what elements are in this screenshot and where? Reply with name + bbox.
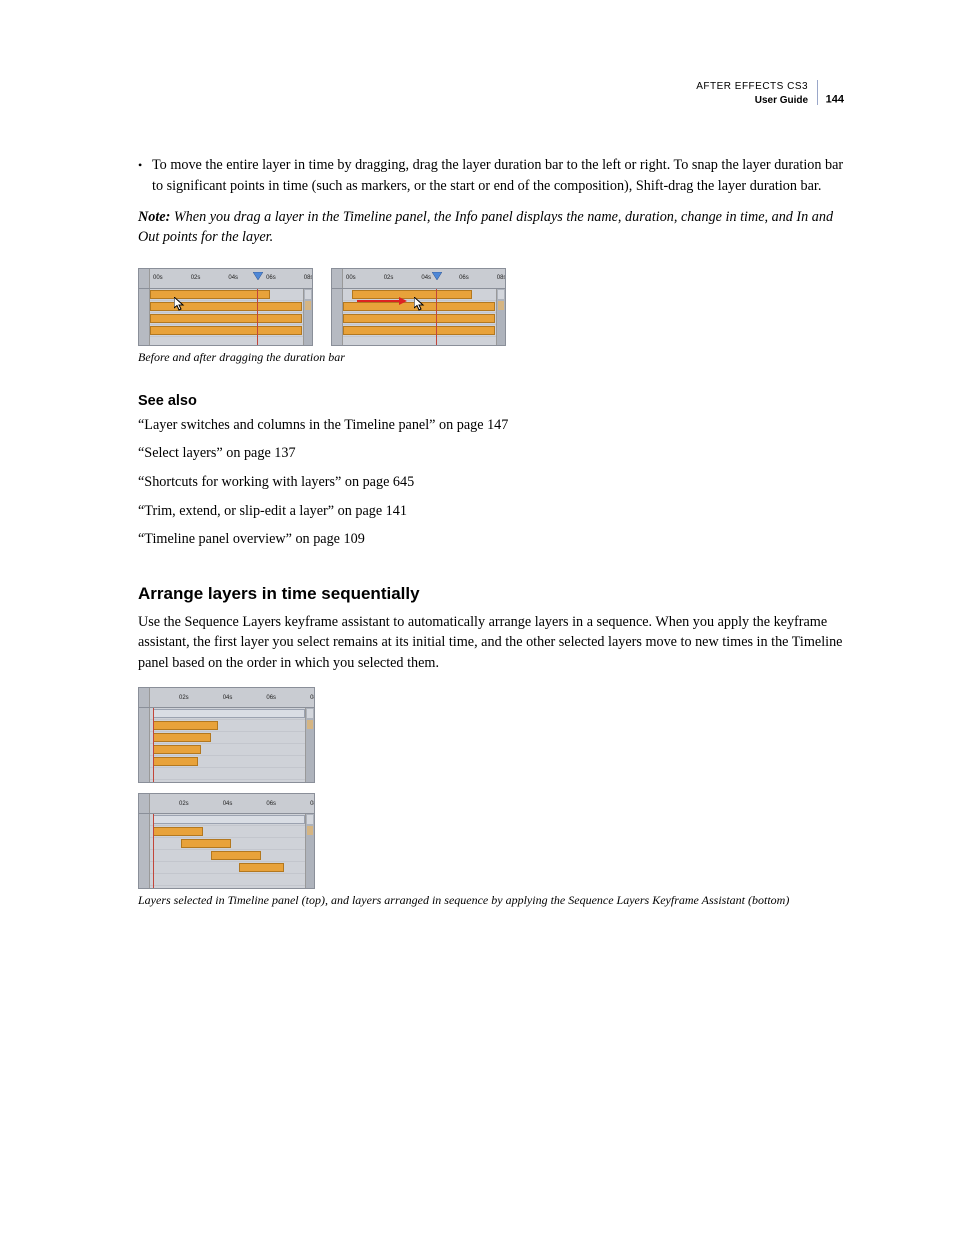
drag-arrow-icon	[357, 292, 407, 300]
tick-label: 08s	[310, 801, 315, 807]
timeline-figure-after: 00s 02s 04s 06s 08s	[331, 268, 506, 346]
figure-caption: Layers selected in Timeline panel (top),…	[138, 893, 844, 908]
layer-bar	[153, 827, 203, 836]
tick-label: 04s	[228, 275, 238, 281]
tick-label: 00s	[346, 275, 356, 281]
see-also-link[interactable]: “Layer switches and columns in the Timel…	[138, 415, 844, 436]
layer-bar	[343, 326, 495, 335]
track-area	[139, 289, 312, 346]
page-number: 144	[826, 94, 844, 106]
layer-bar	[153, 721, 218, 730]
see-also-link[interactable]: “Trim, extend, or slip-edit a layer” on …	[138, 501, 844, 522]
layer-bar	[150, 302, 302, 311]
figure-caption: Before and after dragging the duration b…	[138, 350, 844, 365]
see-also-link[interactable]: “Timeline panel overview” on page 109	[138, 529, 844, 550]
note-paragraph: Note: When you drag a layer in the Timel…	[138, 207, 844, 248]
timeline-figure-before: 00s 02s 04s 06s 08s	[138, 268, 313, 346]
layer-bar	[211, 851, 261, 860]
tick-label: 06s	[459, 275, 469, 281]
note-text: When you drag a layer in the Timeline pa…	[138, 209, 833, 246]
bullet-text: To move the entire layer in time by drag…	[152, 155, 844, 196]
guide-label: User Guide	[755, 95, 808, 106]
time-ruler: 00s 02s 04s 06s 08s	[139, 269, 312, 289]
tick-label: 06s	[266, 801, 276, 807]
track-area	[139, 814, 314, 889]
layer-bar	[153, 745, 201, 754]
layer-bar	[239, 863, 284, 872]
tick-label: 02s	[179, 695, 189, 701]
time-ruler: 02s 04s 06s 08s	[139, 688, 314, 708]
side-column	[496, 289, 505, 346]
layer-bar-unselected	[153, 815, 305, 824]
cti-line	[436, 289, 437, 346]
body-paragraph: Use the Sequence Layers keyframe assista…	[138, 612, 844, 674]
layer-bar	[150, 314, 302, 323]
track-area	[139, 708, 314, 783]
layer-bar	[150, 290, 270, 299]
cti-line	[153, 708, 154, 783]
see-also-link[interactable]: “Select layers” on page 137	[138, 443, 844, 464]
side-column	[305, 814, 314, 889]
bullet-item: • To move the entire layer in time by dr…	[138, 155, 844, 196]
tick-label: 08s	[497, 275, 506, 281]
layer-bar	[343, 314, 495, 323]
cursor-icon	[174, 297, 185, 311]
timeline-figure-bottom: 02s 04s 06s 08s	[138, 793, 315, 889]
cursor-icon	[414, 297, 425, 311]
tick-label: 06s	[266, 695, 276, 701]
tick-label: 08s	[310, 695, 315, 701]
layer-bar	[181, 839, 231, 848]
header-rule	[817, 80, 818, 105]
layer-bar-unselected	[153, 709, 305, 718]
track-area	[332, 289, 505, 346]
tick-label: 06s	[266, 275, 276, 281]
time-ruler: 00s 02s 04s 06s 08s	[332, 269, 505, 289]
note-label: Note:	[138, 209, 170, 225]
cti-line	[153, 814, 154, 889]
page-header: AFTER EFFECTS CS3 User Guide 144	[138, 80, 844, 107]
cti-marker-icon	[253, 269, 263, 279]
tick-label: 04s	[223, 801, 233, 807]
tick-label: 02s	[384, 275, 394, 281]
tick-label: 02s	[191, 275, 201, 281]
section-heading: Arrange layers in time sequentially	[138, 584, 844, 604]
tick-label: 00s	[153, 275, 163, 281]
timeline-figure-top: 02s 04s 06s 08s	[138, 687, 315, 783]
see-also-link[interactable]: “Shortcuts for working with layers” on p…	[138, 472, 844, 493]
figure-row-before-after: 00s 02s 04s 06s 08s	[138, 268, 844, 346]
figure-stack-sequence: 02s 04s 06s 08s 02s 04s 06s 08s	[138, 687, 844, 889]
tick-label: 02s	[179, 801, 189, 807]
time-ruler: 02s 04s 06s 08s	[139, 794, 314, 814]
cti-line	[257, 289, 258, 346]
cti-marker-icon	[432, 269, 442, 279]
layer-bar	[150, 326, 302, 335]
tick-label: 08s	[304, 275, 313, 281]
bullet-marker: •	[138, 155, 152, 196]
layer-bar	[153, 757, 198, 766]
see-also-heading: See also	[138, 393, 844, 409]
tick-label: 04s	[223, 695, 233, 701]
tick-label: 04s	[421, 275, 431, 281]
side-column	[303, 289, 312, 346]
product-name: AFTER EFFECTS CS3	[696, 81, 808, 92]
side-column	[305, 708, 314, 783]
layer-bar	[153, 733, 211, 742]
